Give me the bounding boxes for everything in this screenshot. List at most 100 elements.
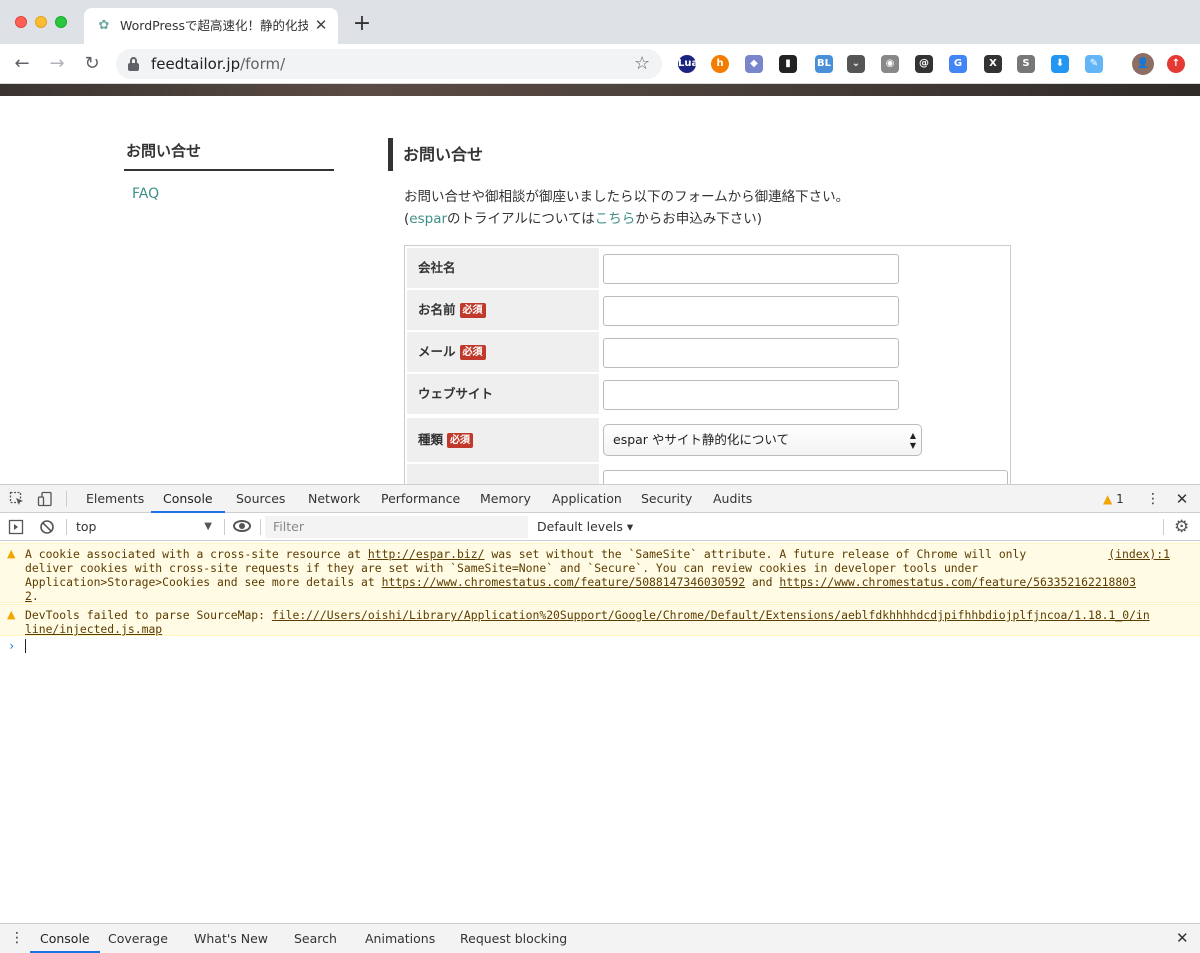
contact-form: 会社名 お名前 必須 メール 必須 ウェブサイト 種類 必須 espar やサイト静的… <box>404 245 1011 484</box>
tab-close-icon[interactable]: ✕ <box>312 16 330 34</box>
camera-extension-icon[interactable]: ◉ <box>881 55 899 73</box>
warning-text: A cookie associated with a cross-site re… <box>25 547 1136 603</box>
company-input[interactable] <box>603 254 899 284</box>
lock-extension-icon[interactable]: @ <box>915 55 933 73</box>
form-row-website: ウェブサイト <box>407 374 1008 414</box>
browser-toolbar: ← → ↻ feedtailor.jp/form/ ☆ Lua h ◆ ▮ BL ⌄ ◉ @ G… <box>0 44 1200 84</box>
close-drawer-icon[interactable]: ✕ <box>1176 924 1189 953</box>
devtools-drawer-bar: ⋮ Console Coverage What's New Search Ani… <box>0 923 1200 953</box>
email-label: メール 必須 <box>407 332 599 372</box>
bl-extension-icon[interactable]: BL <box>815 55 833 73</box>
type-select[interactable]: espar やサイト静的化について ▲ ▼ <box>603 424 922 456</box>
close-devtools-icon[interactable]: ✕ <box>1174 485 1190 513</box>
back-arrow-icon[interactable]: ← <box>10 52 34 76</box>
console-input-cursor[interactable] <box>25 639 26 653</box>
s-extension-icon[interactable]: S <box>1017 55 1035 73</box>
x-extension-icon[interactable]: X <box>984 55 1002 73</box>
lua-extension-icon[interactable]: Lua <box>678 55 698 73</box>
toolbar-divider <box>1163 519 1164 535</box>
header-image-strip <box>0 84 1200 96</box>
espar-url-link[interactable]: http://espar.biz/ <box>368 547 485 561</box>
device-toolbar-icon[interactable] <box>37 491 53 507</box>
tab-application[interactable]: Application <box>552 485 622 513</box>
close-window-button[interactable] <box>15 16 27 28</box>
drawer-tab-whats-new[interactable]: What's New <box>194 924 268 953</box>
context-select[interactable]: top ▼ <box>76 513 216 540</box>
trial-note: (esparのトライアルについてはこちらからお申込み下さい) <box>404 211 762 227</box>
bookmark-star-icon[interactable]: ☆ <box>634 53 650 75</box>
reload-icon[interactable]: ↻ <box>80 52 104 76</box>
chromestatus-link-2-tail[interactable]: 2 <box>25 589 32 603</box>
drawer-tab-request-blocking[interactable]: Request blocking <box>460 924 567 953</box>
drawer-tab-animations[interactable]: Animations <box>365 924 435 953</box>
sourcemap-file-link[interactable]: file:///Users/oishi/Library/Application%… <box>272 608 1150 622</box>
type-label: 種類 必須 <box>407 418 599 462</box>
warning-icon: ▲ <box>1103 492 1113 506</box>
maximize-window-button[interactable] <box>55 16 67 28</box>
tab-security[interactable]: Security <box>641 485 692 513</box>
tab-network[interactable]: Network <box>308 485 360 513</box>
trial-link[interactable]: こちら <box>595 211 636 227</box>
name-input[interactable] <box>603 296 899 326</box>
email-input[interactable] <box>603 338 899 368</box>
company-label: 会社名 <box>407 248 599 288</box>
address-bar[interactable]: feedtailor.jp/form/ ☆ <box>116 49 662 79</box>
profile-avatar[interactable]: 👤 <box>1132 53 1154 75</box>
new-tab-button[interactable]: + <box>350 12 374 36</box>
drawer-tab-console[interactable]: Console <box>30 924 100 953</box>
pocket-extension-icon[interactable]: ⌄ <box>847 55 865 73</box>
console-warning-message: ▲ A cookie associated with a cross-site … <box>0 543 1200 603</box>
sidebar-divider <box>124 169 334 171</box>
tab-console[interactable]: Console <box>151 485 225 513</box>
page-content: お問い合せ FAQ お問い合せ お問い合せや御相談が御座いましたら以下のフォーム… <box>0 96 1200 484</box>
message-textarea[interactable] <box>603 470 1008 484</box>
select-arrows-icon: ▲ ▼ <box>909 431 916 450</box>
translate-extension-icon[interactable]: G <box>949 55 967 73</box>
hatena-extension-icon[interactable]: h <box>711 55 729 73</box>
chromestatus-link-1[interactable]: https://www.chromestatus.com/feature/508… <box>382 575 745 589</box>
warning-icon: ▲ <box>7 547 16 560</box>
tab-elements[interactable]: Elements <box>86 485 144 513</box>
tab-sources[interactable]: Sources <box>236 485 285 513</box>
live-expression-eye-icon[interactable] <box>233 520 251 532</box>
warning-count-badge[interactable]: ▲ 1 <box>1103 485 1124 513</box>
form-row-name: お名前 必須 <box>407 290 1008 330</box>
puzzle-extension-icon[interactable]: ◆ <box>745 55 763 73</box>
drawer-menu-icon[interactable]: ⋮ <box>10 924 24 953</box>
drawer-tab-coverage[interactable]: Coverage <box>108 924 168 953</box>
espar-link[interactable]: espar <box>409 211 447 227</box>
url-text: feedtailor.jp/form/ <box>151 55 286 73</box>
sidebar-faq-link[interactable]: FAQ <box>132 184 159 204</box>
forward-arrow-icon[interactable]: → <box>45 52 69 76</box>
title-accent-bar <box>388 138 393 171</box>
download-extension-icon[interactable]: ⬇ <box>1051 55 1069 73</box>
toolbar-divider <box>260 519 261 535</box>
drawer-tab-search[interactable]: Search <box>294 924 337 953</box>
log-levels-dropdown[interactable]: Default levels ▾ <box>537 513 633 540</box>
warning-text: DevTools failed to parse SourceMap: file… <box>25 608 1150 636</box>
sidebar-title: お問い合せ <box>126 142 202 160</box>
bookmark-extension-icon[interactable]: ▮ <box>779 55 797 73</box>
sourcemap-file-link-tail[interactable]: line/injected.js.map <box>25 622 162 636</box>
chromestatus-link-2[interactable]: https://www.chromestatus.com/feature/563… <box>779 575 1136 589</box>
message-source-link[interactable]: (index):1 <box>1108 547 1170 561</box>
toolbar-divider <box>66 519 67 535</box>
tab-audits[interactable]: Audits <box>713 485 752 513</box>
clear-console-icon[interactable] <box>39 519 55 535</box>
console-settings-gear-icon[interactable]: ⚙ <box>1174 517 1189 537</box>
console-filter-input[interactable]: Filter <box>265 516 528 538</box>
minimize-window-button[interactable] <box>35 16 47 28</box>
tab-memory[interactable]: Memory <box>480 485 531 513</box>
page-title: お問い合せ <box>403 145 484 164</box>
sidebar-toggle-icon[interactable] <box>8 519 24 535</box>
more-options-icon[interactable]: ⋮ <box>1146 485 1160 513</box>
form-row-message <box>407 464 1008 484</box>
website-label: ウェブサイト <box>407 374 599 414</box>
browser-tab[interactable]: ✿ WordPressで超高速化！静的化技術 ✕ <box>84 8 338 44</box>
website-input[interactable] <box>603 380 899 410</box>
feather-extension-icon[interactable]: ✎ <box>1085 55 1103 73</box>
inspect-element-icon[interactable] <box>9 491 25 507</box>
update-extension-icon[interactable]: ↑ <box>1167 55 1185 73</box>
tab-performance[interactable]: Performance <box>381 485 460 513</box>
console-filter-bar: top ▼ Filter Default levels ▾ ⚙ <box>0 513 1200 541</box>
